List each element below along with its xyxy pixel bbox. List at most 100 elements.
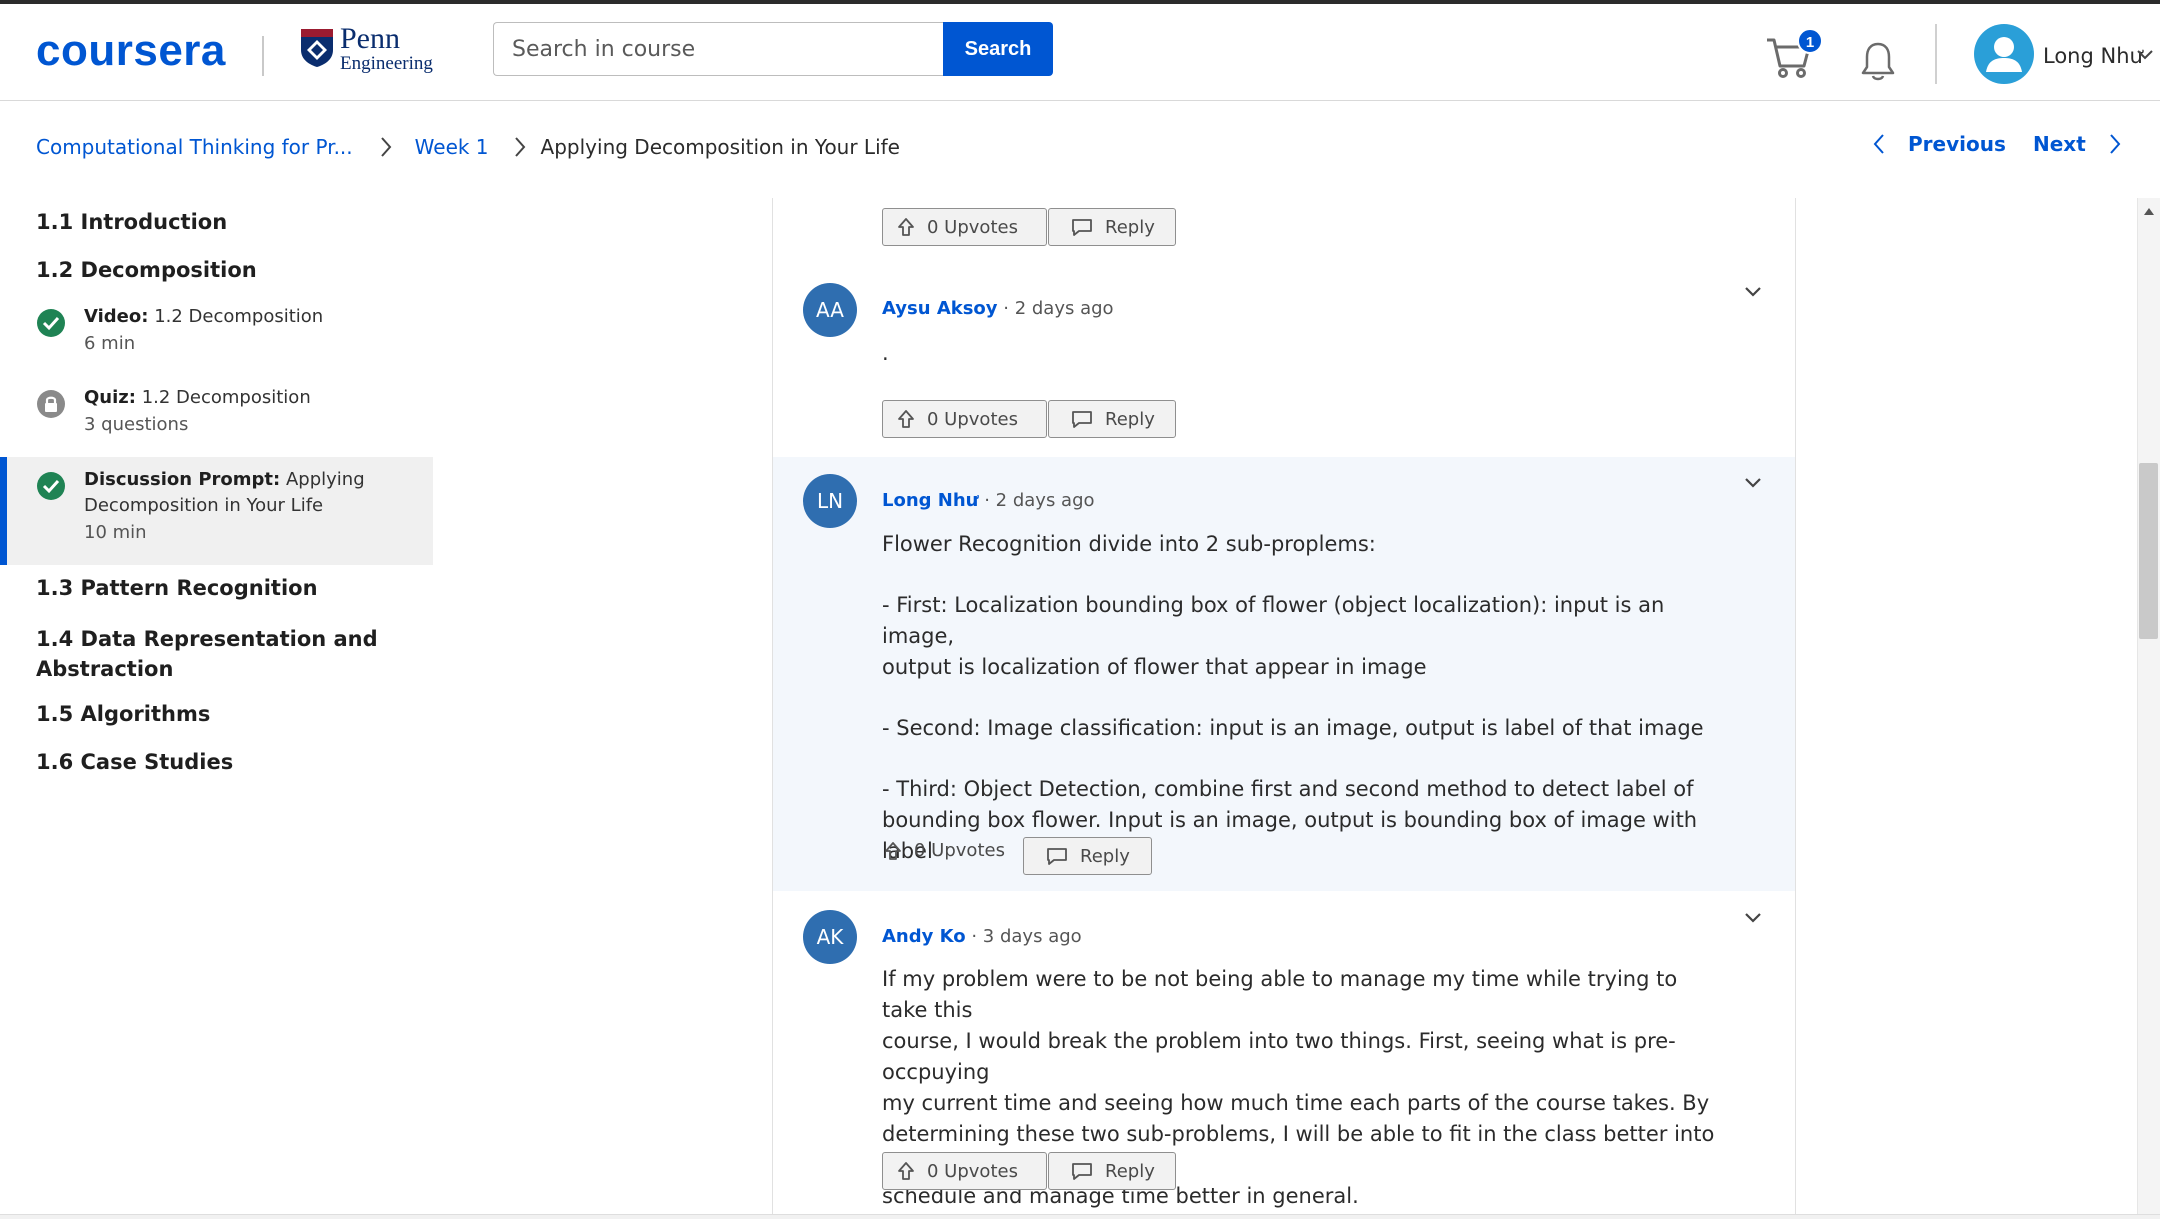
avatar[interactable]: LN [803, 474, 857, 528]
sidebar-item-quiz[interactable]: Quiz: 1.2 Decomposition 3 questions [0, 387, 433, 457]
reply-button[interactable]: Reply [1048, 400, 1176, 438]
breadcrumb: Computational Thinking for Pr... Week 1 … [36, 132, 900, 162]
breadcrumb-current-page: Applying Decomposition in Your Life [540, 135, 900, 159]
penn-shield-icon [301, 29, 333, 67]
lesson-title-line1: Applying [285, 469, 365, 490]
chevron-right-icon [2110, 134, 2121, 154]
post-body: Flower Recognition divide into 2 sub-pro… [882, 529, 1722, 867]
penn-engineering-logo[interactable]: Penn Engineering [300, 24, 440, 82]
chevron-right-icon [380, 137, 391, 157]
check-circle-icon [37, 309, 65, 337]
previous-label: Previous [1908, 132, 2006, 156]
sidebar-section-intro[interactable]: 1.1 Introduction [0, 210, 227, 234]
breadcrumb-course-link[interactable]: Computational Thinking for Pr... [36, 135, 353, 159]
lesson-question-count: 3 questions [84, 414, 189, 435]
sidebar-item-video[interactable]: Video: 1.2 Decomposition 6 min [0, 306, 433, 376]
window-bottom-border [0, 1214, 2160, 1219]
reply-label: Reply [1105, 1160, 1155, 1182]
chevron-down-icon[interactable] [1744, 477, 1762, 489]
chevron-down-icon[interactable] [2136, 48, 2154, 62]
lesson-duration: 6 min [84, 333, 136, 354]
upvote-arrow-icon [898, 410, 914, 428]
top-header: coursera Penn Engineering Search 1 Long … [0, 4, 2160, 101]
cart-count-badge: 1 [1797, 28, 1823, 54]
scroll-up-arrow-icon[interactable] [2143, 206, 2155, 216]
post-paragraph: my current time and seeing how much time… [882, 1091, 1710, 1115]
check-circle-icon [37, 472, 65, 500]
reply-button[interactable]: Reply [1048, 1152, 1176, 1190]
lock-icon [37, 390, 65, 418]
sidebar-section-decomposition[interactable]: 1.2 Decomposition [0, 258, 257, 282]
post-paragraph: If my problem were to be not being able … [882, 967, 1678, 1022]
reply-label: Reply [1105, 408, 1155, 430]
penn-wordmark-line1: Penn [340, 22, 400, 55]
upvote-count: 0 Upvotes [927, 408, 1018, 430]
sidebar-section-algorithms[interactable]: 1.5 Algorithms [0, 702, 210, 726]
avatar[interactable]: AK [803, 910, 857, 964]
author-name-link[interactable]: Andy Ko [882, 926, 966, 947]
post-paragraph: output is localization of flower that ap… [882, 655, 1427, 679]
author-name-link[interactable]: Long Như [882, 490, 979, 511]
upvote-arrow-icon [885, 841, 901, 860]
comment-icon [1072, 411, 1092, 428]
reply-button[interactable]: Reply [1023, 837, 1152, 875]
post-time: · 2 days ago [978, 490, 1095, 511]
user-avatar[interactable] [1974, 24, 2034, 84]
next-label: Next [2033, 132, 2086, 156]
section-title-line2: Abstraction [36, 657, 174, 681]
lesson-title: 1.2 Decomposition [154, 306, 324, 327]
post-meta: Long Như · 2 days ago [882, 490, 1095, 511]
previous-button[interactable]: Previous [1872, 132, 2006, 156]
upvote-arrow-icon [898, 218, 914, 236]
reply-label: Reply [1105, 216, 1155, 238]
comment-icon [1047, 848, 1067, 865]
lesson-title: 1.2 Decomposition [141, 387, 311, 408]
post-paragraph: - Third: Object Detection, combine first… [882, 777, 1694, 801]
user-silhouette-icon [1986, 37, 2022, 72]
lesson-type: Discussion Prompt: [84, 469, 281, 490]
post-paragraph: - Second: Image classification: input is… [882, 716, 1704, 740]
sidebar-section-pattern-recognition[interactable]: 1.3 Pattern Recognition [0, 576, 318, 600]
scrollbar-thumb[interactable] [2139, 463, 2158, 639]
sidebar-section-data-representation[interactable]: 1.4 Data Representation and Abstraction [0, 624, 378, 684]
upvote-button[interactable]: 0 Upvotes [882, 400, 1047, 438]
post-meta: Andy Ko · 3 days ago [882, 926, 1082, 947]
chevron-right-icon [514, 137, 525, 157]
upvote-button[interactable]: 0 Upvotes [882, 1152, 1047, 1190]
sidebar-item-discussion-prompt[interactable]: Discussion Prompt: Applying Decompositio… [0, 457, 433, 565]
section-title-line1: 1.4 Data Representation and [36, 627, 378, 651]
logo-divider [262, 36, 264, 76]
chevron-down-icon[interactable] [1744, 286, 1762, 298]
search-input[interactable] [493, 22, 945, 76]
penn-wordmark-line2: Engineering [340, 53, 433, 74]
header-divider [1935, 24, 1937, 84]
notification-bell-icon[interactable] [1858, 40, 1898, 82]
avatar[interactable]: AA [803, 283, 857, 337]
upvote-count: 0 Upvotes [927, 1160, 1018, 1182]
user-name[interactable]: Long Như [2043, 44, 2143, 68]
page-scrollbar[interactable] [2137, 198, 2160, 1219]
comment-icon [1072, 219, 1092, 236]
chevron-down-icon[interactable] [1744, 912, 1762, 924]
reply-button[interactable]: Reply [1048, 208, 1176, 246]
upvote-button[interactable]: 0 Upvotes [884, 840, 1005, 861]
lesson-type: Quiz: [84, 387, 136, 408]
author-name-link[interactable]: Aysu Aksoy [882, 298, 998, 319]
post-paragraph: course, I would break the problem into t… [882, 1029, 1676, 1084]
post-time: · 3 days ago [965, 926, 1082, 947]
post-paragraph: Flower Recognition divide into 2 sub-pro… [882, 532, 1376, 556]
post-meta: Aysu Aksoy · 2 days ago [882, 298, 1114, 319]
coursera-logo[interactable]: coursera [36, 26, 226, 76]
next-button[interactable]: Next [2033, 132, 2122, 156]
sidebar-section-case-studies[interactable]: 1.6 Case Studies [0, 750, 233, 774]
lesson-title-line2: Decomposition in Your Life [84, 495, 324, 516]
search-button[interactable]: Search [943, 22, 1053, 76]
upvote-count: 0 Upvotes [927, 216, 1018, 238]
upvote-button[interactable]: 0 Upvotes [882, 208, 1047, 246]
reply-label: Reply [1080, 845, 1130, 867]
breadcrumb-week-link[interactable]: Week 1 [415, 135, 489, 159]
comment-icon [1072, 1163, 1092, 1180]
post-body: . [882, 341, 889, 365]
upvote-arrow-icon [898, 1162, 914, 1180]
post-paragraph: - First: Localization bounding box of fl… [882, 593, 1665, 648]
